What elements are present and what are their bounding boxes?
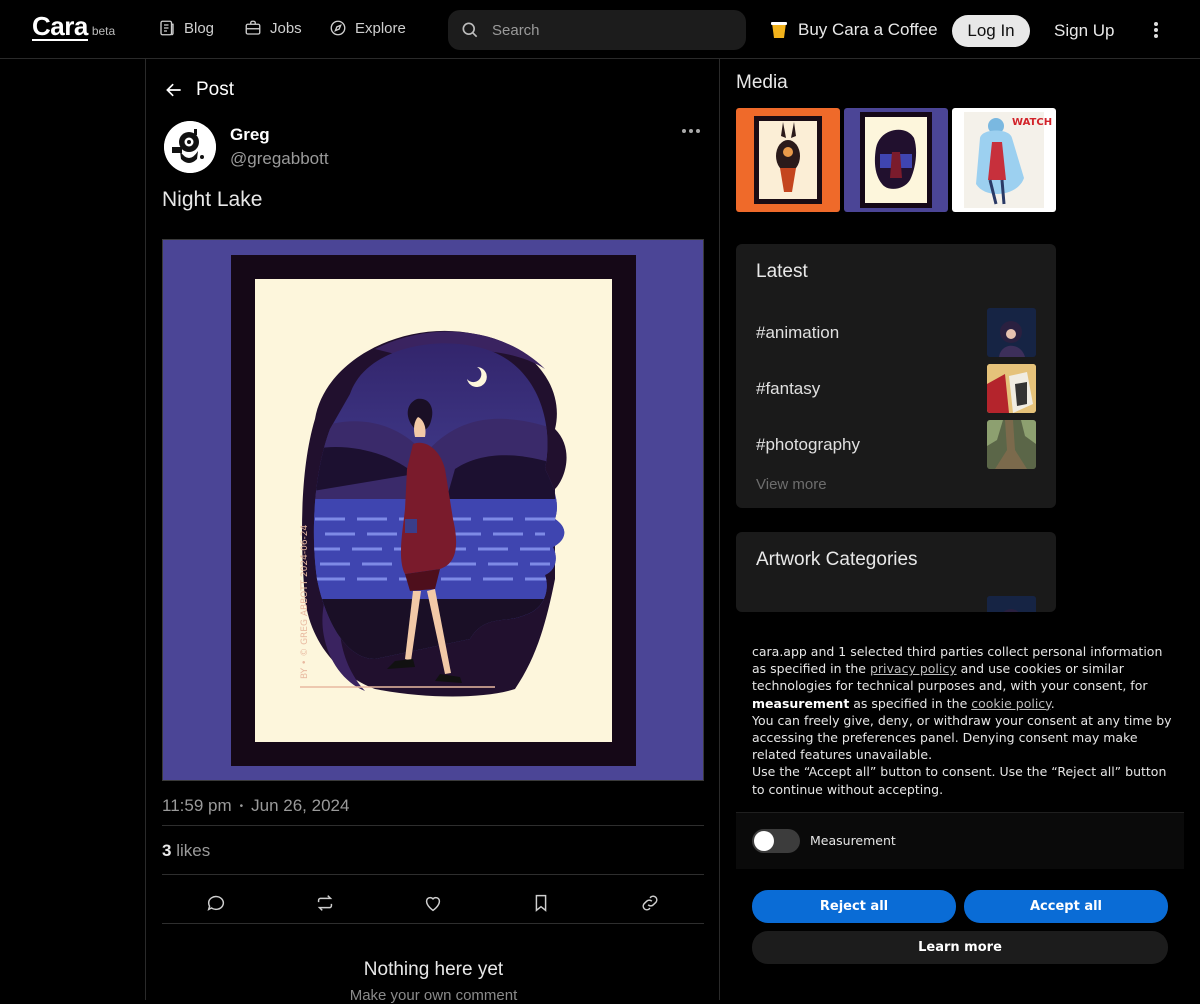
nav-explore[interactable]: Explore xyxy=(329,19,406,37)
author-handle[interactable]: @gregabbott xyxy=(230,149,329,169)
artwork-mat: BY • © GREG ABBOTT 2024-06-24 xyxy=(255,279,612,742)
comment-icon[interactable] xyxy=(205,892,227,914)
buy-coffee-link[interactable]: Buy Cara a Coffee xyxy=(770,20,938,40)
repost-icon[interactable] xyxy=(314,892,336,914)
back-button[interactable]: Post xyxy=(164,79,234,101)
thumbnail-lettering: WATCH xyxy=(1012,117,1052,128)
consent-text-segment: . xyxy=(1050,695,1055,711)
logo-text: Cara xyxy=(32,11,88,41)
artwork-categories-card: Artwork Categories xyxy=(736,532,1056,612)
privacy-policy-link[interactable]: privacy policy xyxy=(870,661,957,676)
media-heading: Media xyxy=(736,72,788,93)
consent-text-segment: as specified in the xyxy=(849,695,972,711)
measurement-toggle[interactable] xyxy=(752,829,800,853)
coffee-cup-icon xyxy=(771,22,787,38)
link-icon[interactable] xyxy=(639,892,661,914)
search-input[interactable] xyxy=(492,21,712,39)
latest-tag-animation[interactable]: #animation xyxy=(756,323,839,343)
accept-all-button[interactable]: Accept all xyxy=(964,890,1168,923)
media-thumbnail[interactable]: WATCH xyxy=(952,108,1056,212)
login-button[interactable]: Log In xyxy=(952,15,1030,47)
cookie-policy-link[interactable]: cookie policy xyxy=(971,696,1051,711)
latest-heading: Latest xyxy=(756,261,808,282)
likes-count[interactable]: 3 likes xyxy=(162,841,210,861)
reject-all-button[interactable]: Reject all xyxy=(752,890,956,923)
consent-text: cara.app and 1 selected third parties co… xyxy=(752,643,1172,798)
post-column: Post Greg @gregabbott Night Lake BY • © … xyxy=(145,59,720,1004)
thumbnail-image xyxy=(987,596,1036,612)
author-avatar[interactable] xyxy=(164,121,216,173)
post-artwork[interactable]: BY • © GREG ABBOTT 2024-06-24 xyxy=(162,239,704,781)
measurement-bold: measurement xyxy=(752,695,850,711)
post-header-label: Post xyxy=(196,79,235,100)
divider xyxy=(162,825,704,826)
signup-button[interactable]: Sign Up xyxy=(1054,21,1114,41)
latest-tag-thumbnail[interactable] xyxy=(987,308,1036,357)
comments-empty-title: Nothing here yet xyxy=(363,959,504,980)
post-actions-bar xyxy=(162,879,704,927)
compass-icon xyxy=(330,20,346,36)
artwork-signature: BY • © GREG ABBOTT 2024-06-24 xyxy=(300,524,310,679)
arrow-left-icon xyxy=(166,83,181,97)
latest-tag-thumbnail[interactable] xyxy=(987,364,1036,413)
divider xyxy=(162,923,704,924)
post-title: Night Lake xyxy=(162,188,263,211)
post-options-icon[interactable] xyxy=(682,129,700,133)
category-thumbnail[interactable] xyxy=(987,596,1036,612)
author-name[interactable]: Greg xyxy=(230,125,270,145)
cara-logo[interactable]: Cara beta xyxy=(32,13,115,41)
more-menu-icon[interactable] xyxy=(1146,19,1166,41)
thumbnail-image xyxy=(754,116,822,204)
nav-blog[interactable]: Blog xyxy=(158,19,214,37)
heart-icon[interactable] xyxy=(422,892,444,914)
media-thumbnail[interactable] xyxy=(736,108,840,212)
latest-tag-photography[interactable]: #photography xyxy=(756,435,860,455)
nav-explore-label: Explore xyxy=(355,19,406,37)
latest-card: Latest #animation #fantasy #photography … xyxy=(736,244,1056,508)
learn-more-button[interactable]: Learn more xyxy=(752,931,1168,964)
divider xyxy=(162,874,704,875)
meta-separator: • xyxy=(239,800,244,812)
cookie-consent-banner: cara.app and 1 selected third parties co… xyxy=(736,628,1184,980)
blog-icon xyxy=(160,20,174,36)
bookmark-icon[interactable] xyxy=(530,892,552,914)
post-time: 11:59 pm xyxy=(162,796,232,815)
search-icon xyxy=(462,22,478,38)
likes-label: likes xyxy=(176,841,211,860)
measurement-preference: Measurement xyxy=(736,813,1184,869)
thumbnail-image: WATCH xyxy=(964,112,1052,208)
post-timestamp: 11:59 pm • Jun 26, 2024 xyxy=(162,796,349,816)
measurement-label: Measurement xyxy=(810,833,896,848)
thumbnail-image xyxy=(987,364,1036,413)
author-avatar-image xyxy=(164,121,216,173)
consent-paragraph: You can freely give, deny, or withdraw y… xyxy=(752,712,1172,763)
top-navigation-bar: Cara beta Blog Jobs Explore Buy Cara a C… xyxy=(0,0,1200,59)
beta-badge: beta xyxy=(91,24,116,38)
thumbnail-image xyxy=(987,420,1036,469)
buy-coffee-label: Buy Cara a Coffee xyxy=(798,20,938,39)
artwork-categories-heading: Artwork Categories xyxy=(756,549,918,570)
media-thumbnail[interactable] xyxy=(844,108,948,212)
night-lake-illustration: BY • © GREG ABBOTT 2024-06-24 xyxy=(300,330,567,697)
nav-blog-label: Blog xyxy=(184,19,215,37)
post-date: Jun 26, 2024 xyxy=(251,796,350,815)
latest-tag-thumbnail[interactable] xyxy=(987,420,1036,469)
comments-empty-subtitle: Make your own comment xyxy=(349,987,518,1004)
consent-paragraph: cara.app and 1 selected third parties co… xyxy=(752,643,1172,712)
consent-paragraph: Use the “Accept all” button to consent. … xyxy=(752,764,1167,797)
thumbnail-image xyxy=(860,112,932,208)
likes-number: 3 xyxy=(162,841,172,860)
latest-tag-fantasy[interactable]: #fantasy xyxy=(756,379,820,399)
view-more-link[interactable]: View more xyxy=(756,476,827,493)
nav-jobs[interactable]: Jobs xyxy=(244,19,302,37)
nav-jobs-label: Jobs xyxy=(270,19,302,37)
toggle-knob xyxy=(754,831,774,851)
briefcase-icon xyxy=(245,20,261,35)
thumbnail-image xyxy=(987,308,1036,357)
search-bar[interactable] xyxy=(448,10,746,50)
artwork-frame: BY • © GREG ABBOTT 2024-06-24 xyxy=(231,255,636,766)
